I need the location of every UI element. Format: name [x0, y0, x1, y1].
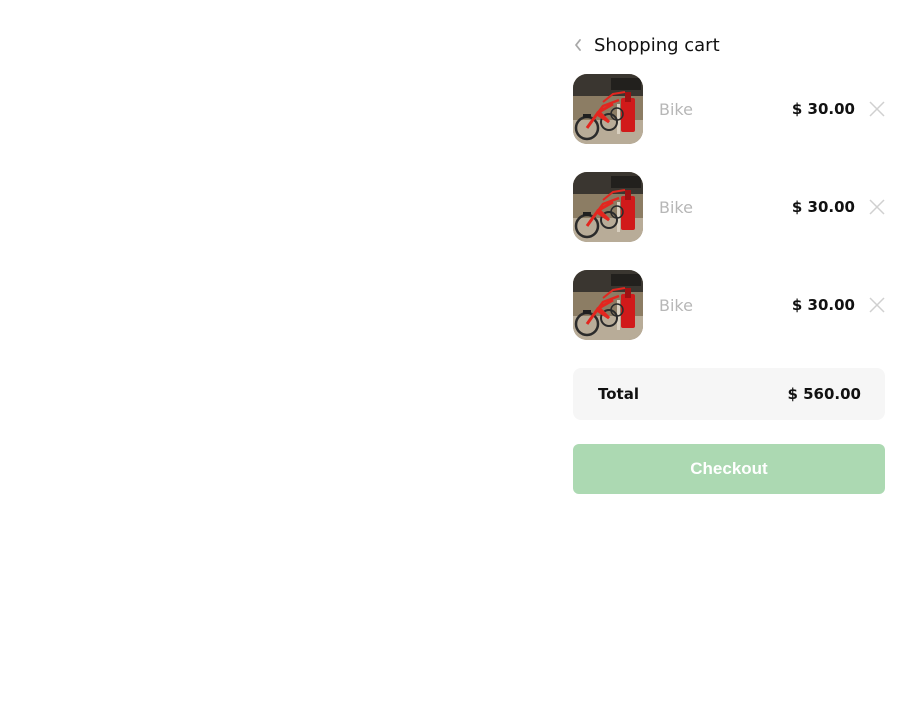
item-name: Bike [659, 99, 693, 119]
cart-header: Shopping cart [573, 28, 885, 62]
cart-item: Bike $ 30.00 [573, 74, 885, 144]
page: Shopping cart Bike $ 30.00 Bike $ 30.00 … [0, 0, 897, 722]
close-icon [869, 199, 885, 215]
product-image [573, 270, 643, 340]
item-name: Bike [659, 197, 693, 217]
checkout-button[interactable]: Checkout [573, 444, 885, 494]
remove-item-button[interactable] [869, 199, 885, 215]
close-icon [869, 101, 885, 117]
item-name: Bike [659, 295, 693, 315]
product-image [573, 74, 643, 144]
remove-item-button[interactable] [869, 101, 885, 117]
chevron-left-icon [575, 39, 581, 51]
item-price: $ 30.00 [791, 198, 855, 216]
close-icon [869, 297, 885, 313]
remove-item-button[interactable] [869, 297, 885, 313]
page-title: Shopping cart [594, 34, 720, 56]
product-image [573, 172, 643, 242]
total-value: $ 560.00 [787, 385, 861, 403]
cart-item: Bike $ 30.00 [573, 270, 885, 340]
cart-item: Bike $ 30.00 [573, 172, 885, 242]
total-summary: Total $ 560.00 [573, 368, 885, 420]
item-price: $ 30.00 [791, 100, 855, 118]
item-price: $ 30.00 [791, 296, 855, 314]
back-button[interactable] [573, 35, 587, 55]
total-label: Total [598, 385, 639, 403]
shopping-cart-panel: Shopping cart Bike $ 30.00 Bike $ 30.00 … [573, 28, 885, 494]
